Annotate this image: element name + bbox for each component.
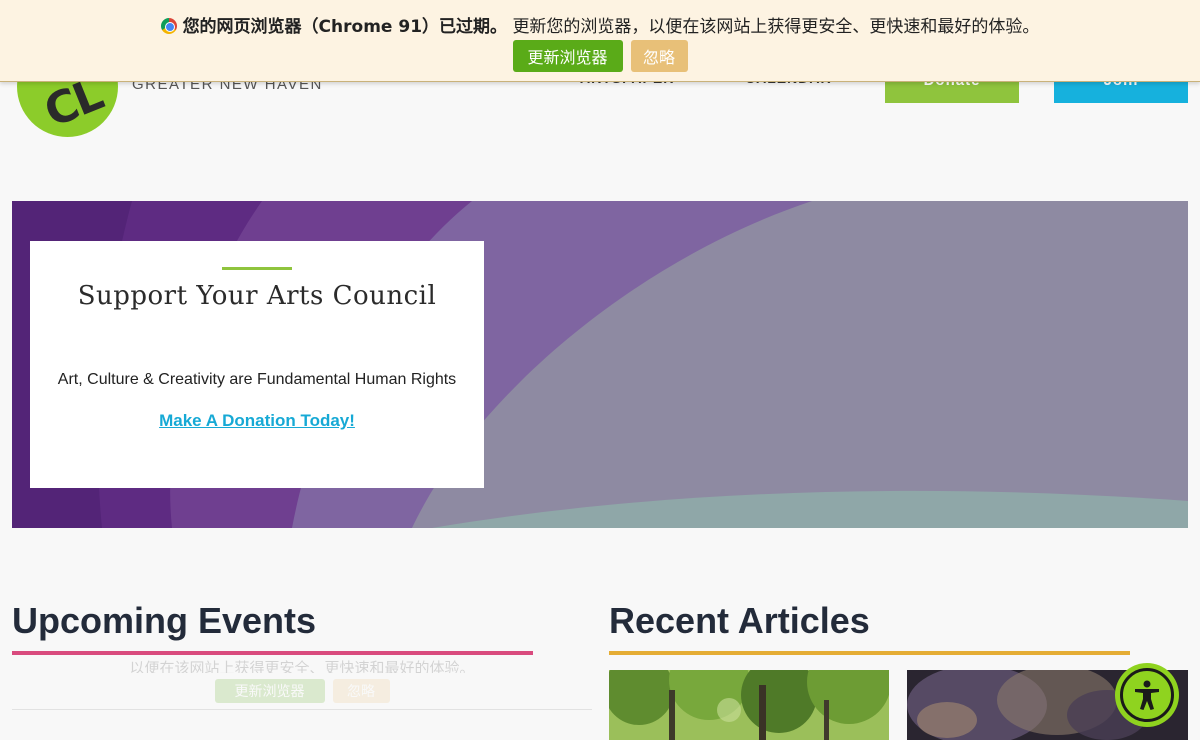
ghost-update-button: 更新浏览器 — [214, 679, 325, 703]
update-message-rest: 更新您的浏览器，以便在该网站上获得更安全、更快速和最好的体验。 — [512, 17, 1040, 37]
update-browser-button[interactable]: 更新浏览器 — [512, 40, 623, 72]
articles-underline — [609, 651, 1130, 655]
accessibility-icon-ring — [1120, 668, 1174, 722]
accessibility-button[interactable] — [1115, 663, 1179, 727]
update-message-bold: 您的网页浏览器（Chrome 91）已过期。 — [182, 17, 508, 37]
support-subtitle: Art, Culture & Creativity are Fundamenta… — [57, 371, 457, 388]
trees-image — [609, 670, 889, 740]
article-thumbnail[interactable] — [609, 670, 889, 740]
chrome-icon — [160, 18, 177, 34]
donation-link[interactable]: Make A Donation Today! — [30, 411, 484, 431]
ghost-update-banner: 以便在该网站上获得更安全、更快速和最好的体验。 更新浏览器 忽略 — [12, 655, 592, 710]
ghost-ignore-button: 忽略 — [332, 679, 390, 703]
upcoming-events-title: Upcoming Events — [12, 600, 317, 641]
update-buttons: 更新浏览器 忽略 — [0, 40, 1200, 72]
support-title: Support Your Arts Council — [77, 281, 437, 311]
ignore-button[interactable]: 忽略 — [630, 40, 688, 72]
browser-update-banner: 您的网页浏览器（Chrome 91）已过期。 更新您的浏览器，以便在该网站上获得… — [0, 0, 1200, 82]
card-accent-line — [222, 267, 292, 270]
support-card: Support Your Arts Council Art, Culture &… — [30, 241, 484, 488]
events-divider — [12, 709, 592, 710]
update-message: 您的网页浏览器（Chrome 91）已过期。 更新您的浏览器，以便在该网站上获得… — [0, 12, 1200, 37]
recent-articles-title: Recent Articles — [609, 600, 870, 641]
ghost-message: 以便在该网站上获得更安全、更快速和最好的体验。 — [129, 659, 475, 673]
ghost-buttons: 更新浏览器 忽略 — [12, 679, 592, 703]
accessibility-icon — [1135, 680, 1159, 710]
